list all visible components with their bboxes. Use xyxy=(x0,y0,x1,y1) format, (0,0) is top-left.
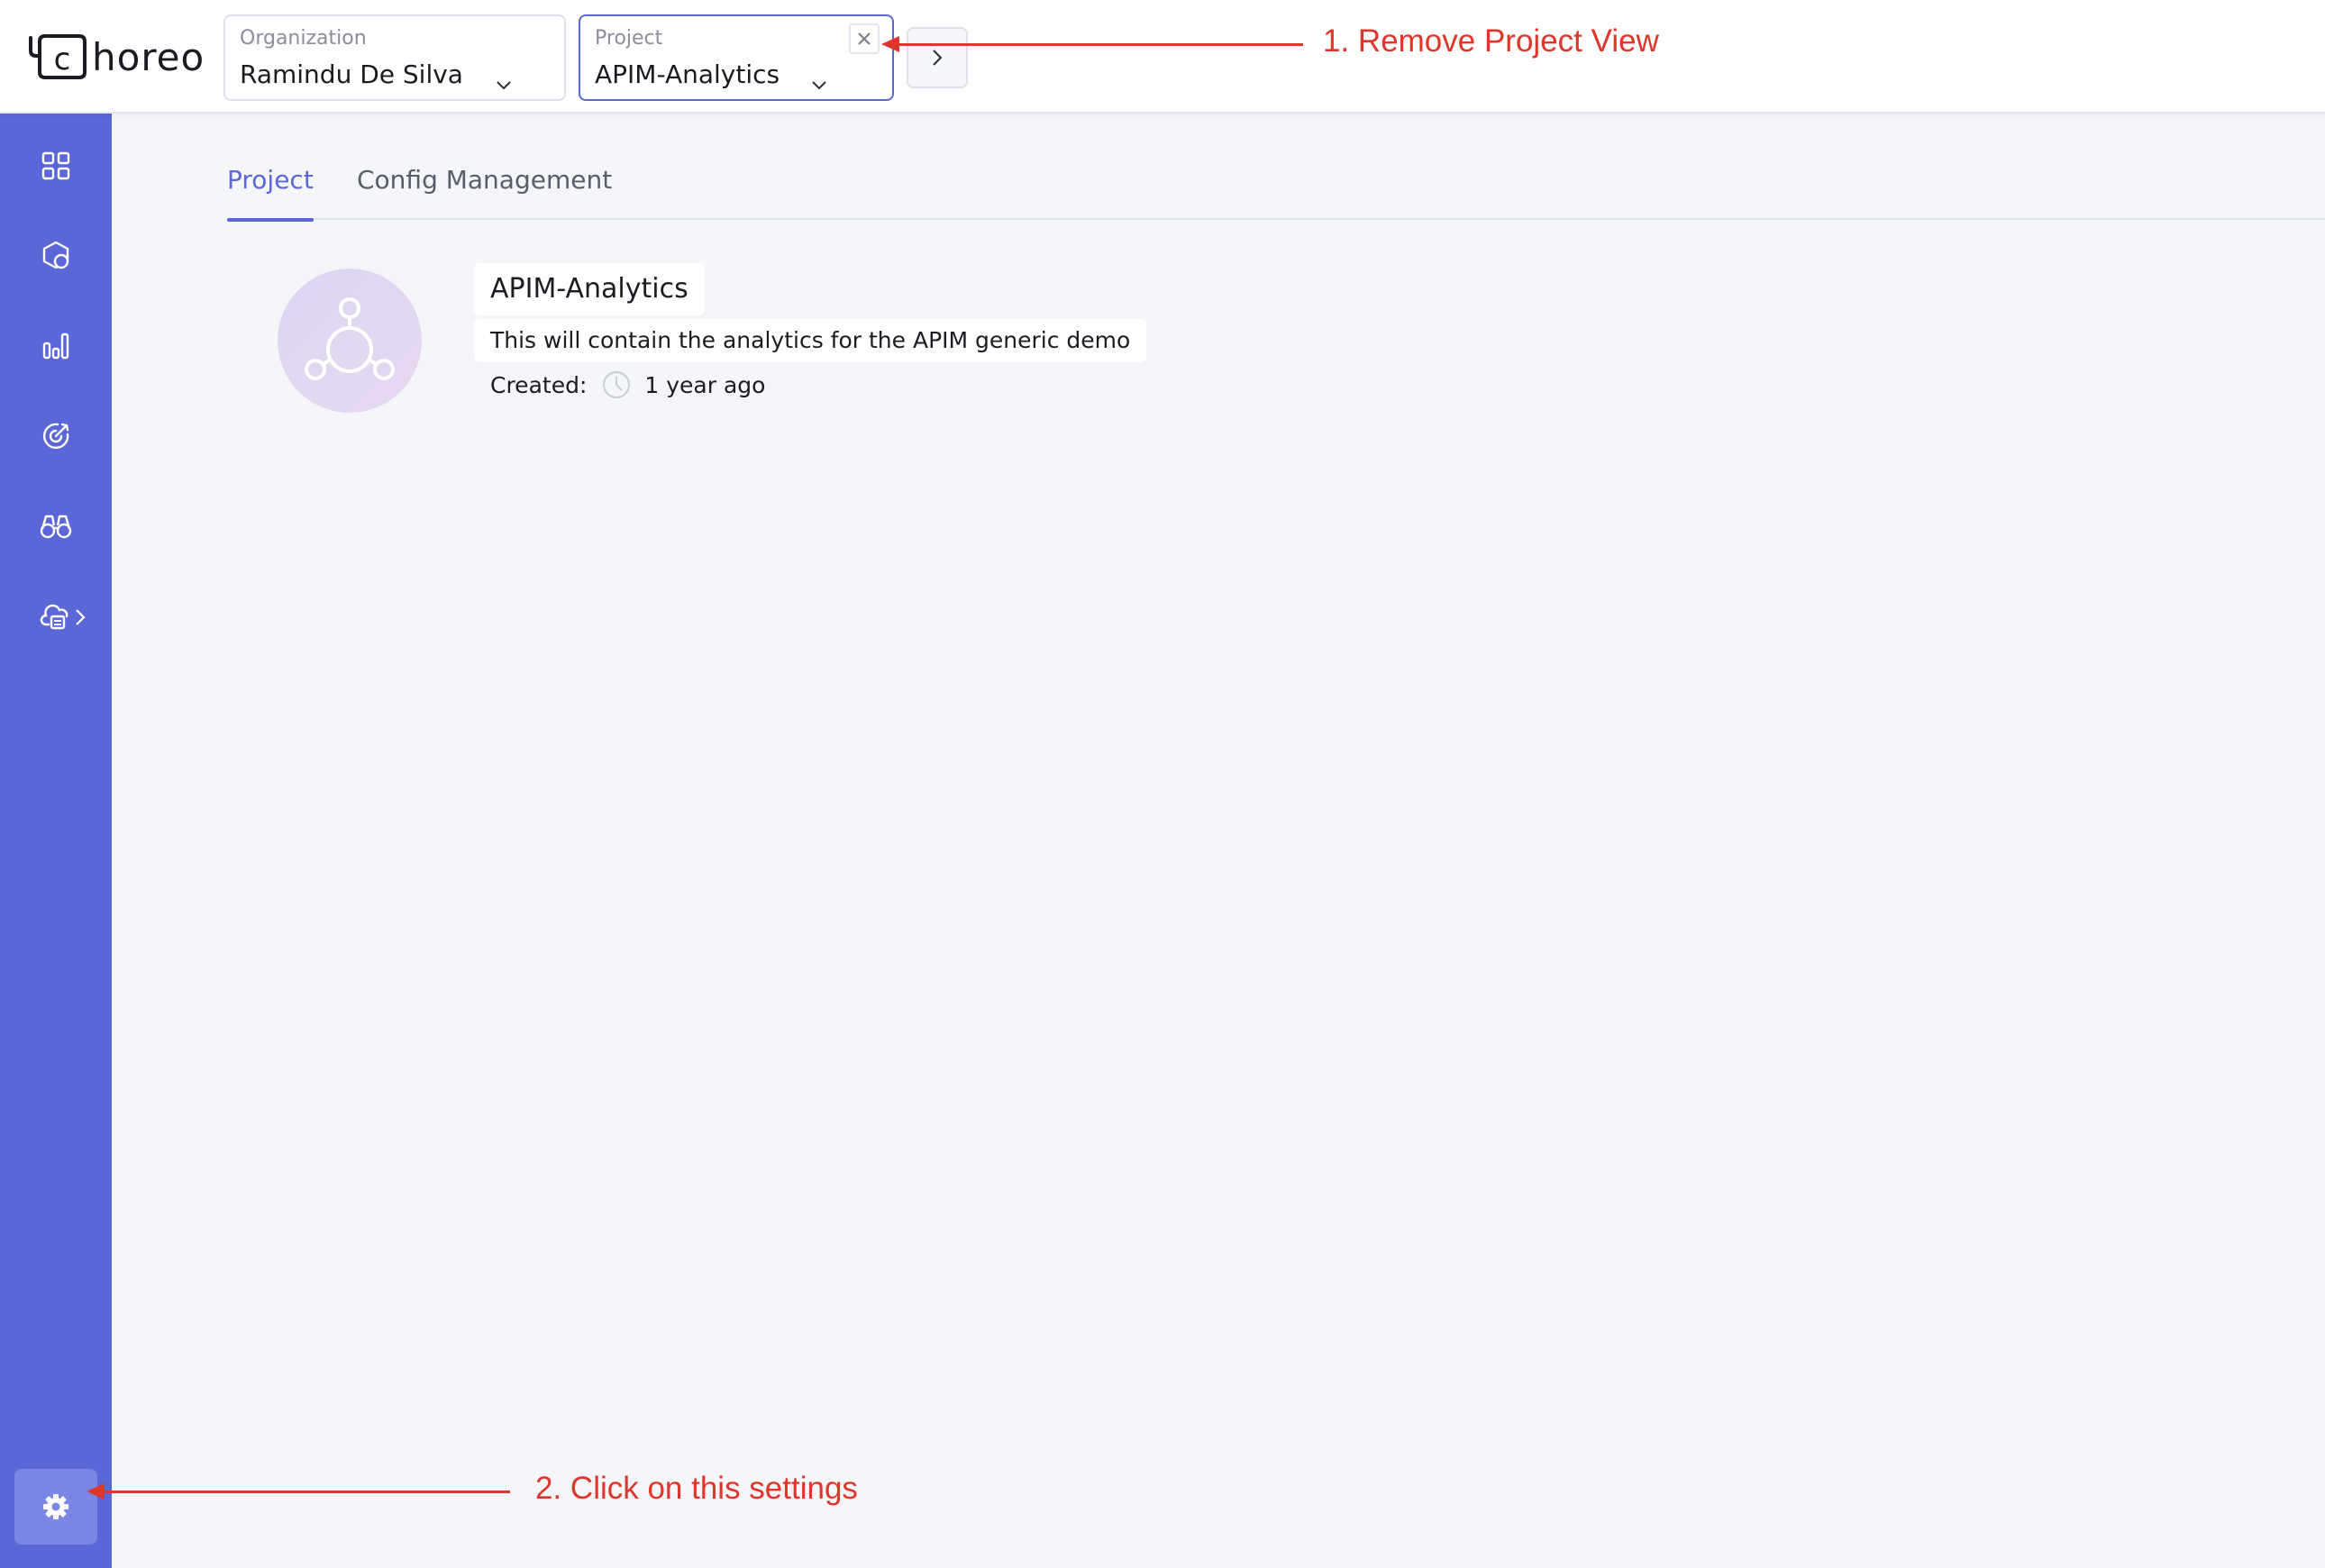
sidebar-item-insights[interactable] xyxy=(29,319,83,373)
choreo-logo-mark-icon: c xyxy=(29,34,87,79)
binoculars-icon xyxy=(40,515,72,539)
target-icon xyxy=(43,423,69,449)
organization-selector[interactable]: Organization Ramindu De Silva xyxy=(223,14,566,101)
sidebar-item-overview[interactable] xyxy=(29,139,83,193)
sidebar-item-observability[interactable] xyxy=(29,409,83,463)
gear-icon xyxy=(43,1494,68,1519)
chevron-down-icon xyxy=(812,81,826,90)
project-network-icon xyxy=(305,297,395,380)
project-tabs: Project Config Management xyxy=(227,160,2325,222)
created-label: Created: xyxy=(490,371,588,398)
clock-icon xyxy=(603,371,631,398)
project-value: APIM-Analytics xyxy=(595,59,780,89)
annotation-arrow-line-2 xyxy=(103,1491,510,1493)
left-sidebar xyxy=(0,114,112,1568)
project-created-row: Created: 1 year ago xyxy=(490,366,765,404)
project-selector[interactable]: Project APIM-Analytics xyxy=(579,14,894,101)
logo-wordmark: horeo xyxy=(92,34,205,79)
organization-label: Organization xyxy=(240,27,367,50)
project-label: Project xyxy=(595,27,663,50)
grid-icon xyxy=(41,151,70,180)
cloud-deploy-icon xyxy=(40,604,68,630)
close-icon xyxy=(858,32,871,45)
settings-button[interactable] xyxy=(14,1469,97,1545)
annotation-arrow-line-1 xyxy=(898,43,1303,46)
next-level-button[interactable] xyxy=(907,27,968,88)
tab-project[interactable]: Project xyxy=(227,160,314,222)
top-header: c horeo Organization Ramindu De Silva Pr… xyxy=(0,0,2325,114)
sidebar-item-components[interactable] xyxy=(29,229,83,283)
clear-project-button[interactable] xyxy=(849,23,880,54)
project-avatar xyxy=(278,269,422,413)
project-name: APIM-Analytics xyxy=(474,263,705,315)
created-value: 1 year ago xyxy=(644,371,766,398)
choreo-logo[interactable]: c horeo xyxy=(27,32,205,81)
chevron-right-icon[interactable] xyxy=(74,607,87,627)
main-content: Project Config Management APIM-Analytics… xyxy=(112,114,2325,1566)
annotation-arrow-head-2 xyxy=(87,1483,105,1500)
bar-chart-icon xyxy=(42,333,69,360)
organization-value: Ramindu De Silva xyxy=(240,59,463,89)
chevron-right-icon xyxy=(933,50,943,66)
chevron-down-icon xyxy=(497,81,511,90)
project-description: This will contain the analytics for the … xyxy=(474,319,1147,362)
components-icon xyxy=(42,241,69,269)
annotation-arrow-head-1 xyxy=(881,36,899,52)
logo-letter: c xyxy=(54,41,71,77)
sidebar-item-discover[interactable] xyxy=(29,499,83,553)
tab-config-management[interactable]: Config Management xyxy=(357,160,612,220)
annotation-step-1: 1. Remove Project View xyxy=(1323,23,1659,59)
annotation-step-2: 2. Click on this settings xyxy=(535,1471,858,1506)
